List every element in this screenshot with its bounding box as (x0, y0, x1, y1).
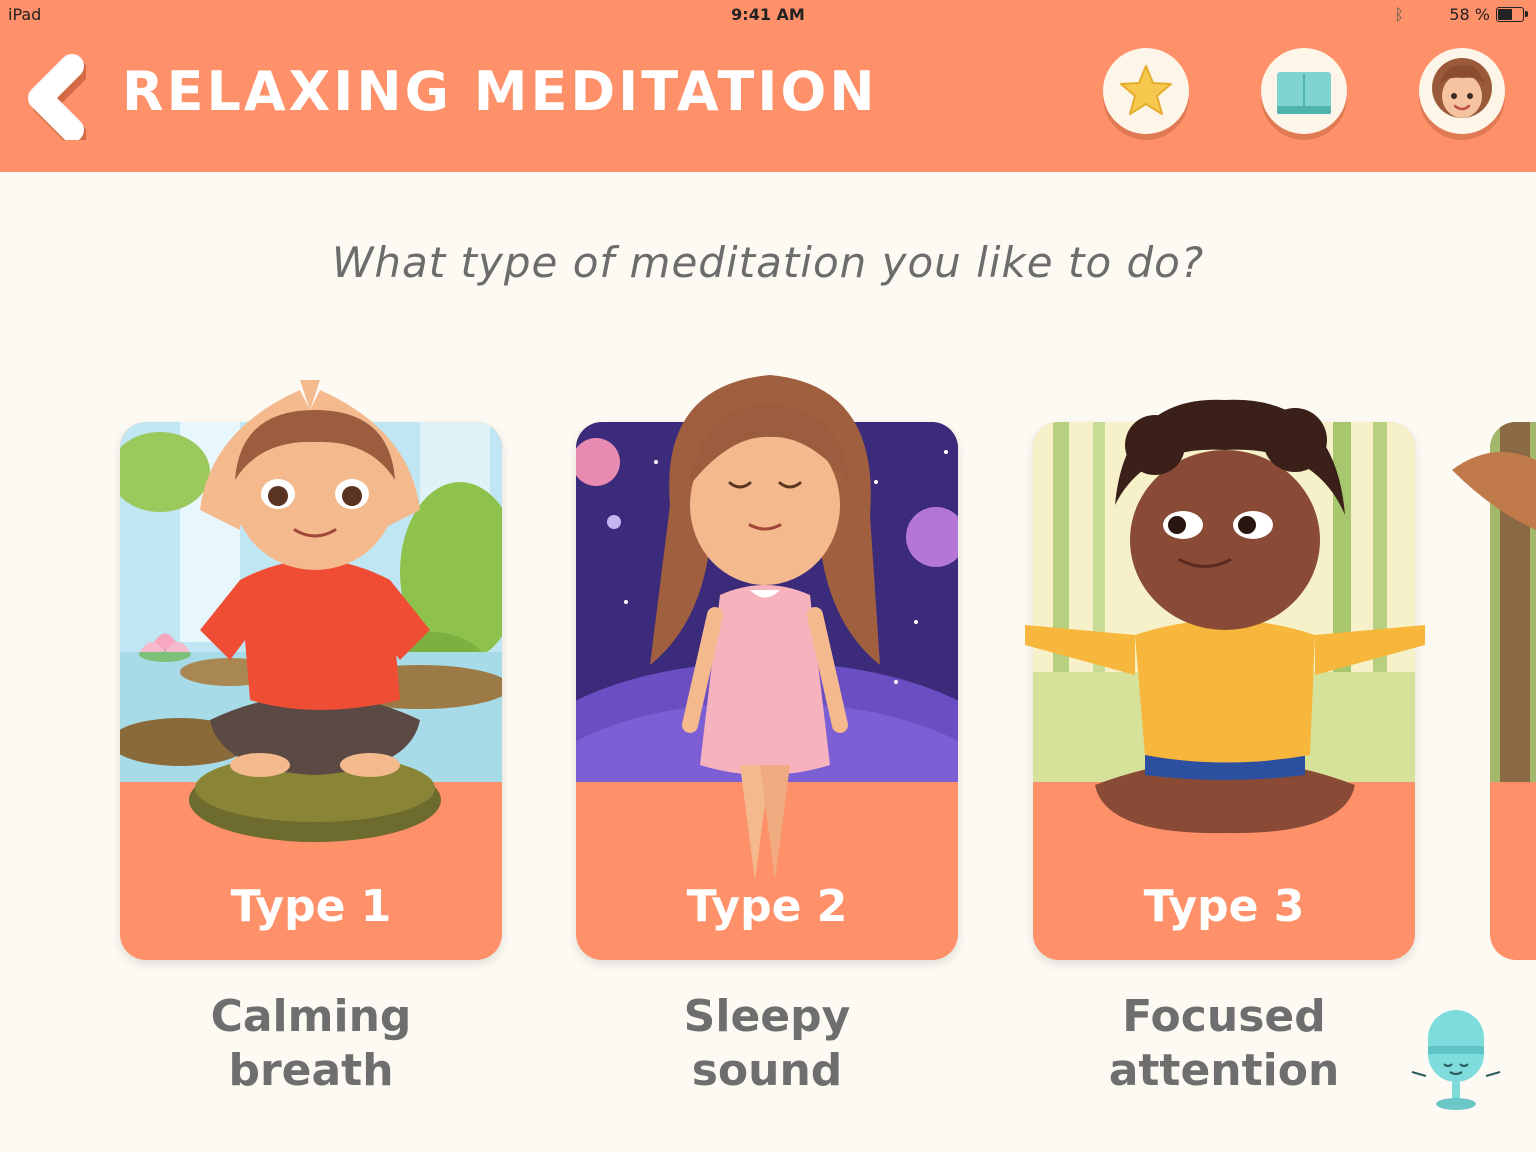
status-bar: iPad 9:41 AM ᛒ 58 % (0, 0, 1536, 30)
question-text: What type of meditation you like to do? (331, 238, 1205, 287)
card-label: Type 2 (686, 881, 848, 932)
favorites-button[interactable] (1103, 48, 1189, 134)
sleeping-girl-illustration (650, 375, 880, 880)
meditating-boy-illustration (189, 380, 441, 842)
battery-percent: 58 % (1449, 5, 1490, 24)
back-arrow-icon (28, 54, 88, 148)
card-label: Type 3 (1143, 881, 1305, 932)
description-line: sound (691, 1045, 843, 1096)
description-line: breath (228, 1045, 394, 1096)
microphone-icon (1411, 1010, 1501, 1110)
battery-icon (1496, 7, 1528, 22)
description-line: Focused (1122, 991, 1326, 1042)
microphone-mascot-button[interactable] (1408, 1006, 1504, 1116)
star-icon (1120, 65, 1172, 115)
partial-character-hat-illustration (1452, 452, 1536, 530)
description-line: Calming (210, 991, 412, 1042)
page-title: RELAXING MEDITATION (122, 60, 878, 123)
back-button[interactable] (22, 52, 88, 148)
avatar (1432, 58, 1492, 118)
book-icon (1277, 72, 1331, 114)
bluetooth-icon: ᛒ (1394, 5, 1404, 24)
description-line: Sleepy (683, 991, 851, 1042)
card-description-2: Sleepy sound (576, 990, 958, 1098)
app-header: iPad 9:41 AM ᛒ 58 % RELAXING MEDITATION (0, 0, 1536, 172)
focused-boy-illustration (1025, 399, 1425, 834)
card-description-3: Focused attention (1033, 990, 1415, 1098)
profile-button[interactable] (1419, 48, 1505, 134)
card-label: Type 1 (230, 881, 392, 932)
card-description-1: Calming breath (120, 990, 502, 1098)
description-line: attention (1108, 1045, 1340, 1096)
status-time: 9:41 AM (731, 5, 805, 24)
library-button[interactable] (1261, 48, 1347, 134)
